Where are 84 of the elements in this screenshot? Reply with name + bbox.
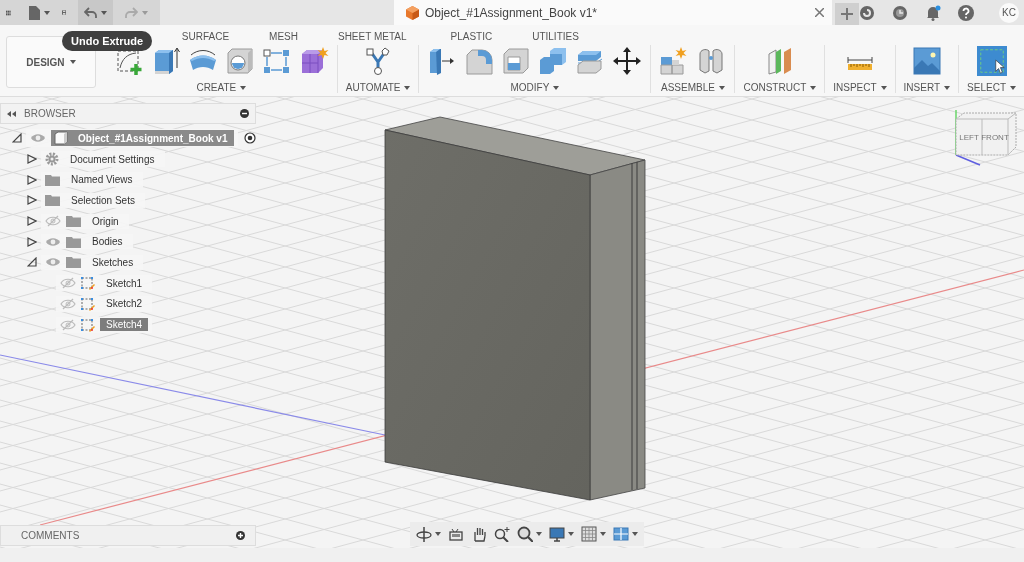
collapsed-triangle-icon[interactable] bbox=[27, 216, 37, 227]
collapsed-triangle-icon[interactable] bbox=[27, 154, 37, 165]
undo-icon[interactable] bbox=[84, 7, 97, 18]
folder-icon bbox=[45, 173, 60, 186]
expanded-triangle-icon[interactable] bbox=[12, 133, 22, 144]
folder-icon bbox=[45, 194, 60, 207]
fillet-icon[interactable] bbox=[464, 46, 495, 76]
caret-icon bbox=[101, 10, 107, 15]
folder-icon bbox=[66, 256, 81, 269]
collapsed-triangle-icon[interactable] bbox=[27, 174, 37, 185]
tool-group-menu[interactable]: INSPECT bbox=[833, 82, 887, 93]
sketch-icon bbox=[81, 276, 95, 291]
caret-icon bbox=[43, 10, 50, 15]
toolbar-tab[interactable]: PLASTIC bbox=[450, 31, 493, 45]
toolbar-tab[interactable]: MESH bbox=[269, 31, 298, 45]
look-at-icon[interactable] bbox=[448, 526, 464, 542]
book-model-drawing[interactable] bbox=[384, 116, 646, 501]
collapsed-triangle-icon[interactable] bbox=[27, 195, 37, 206]
close-icon[interactable] bbox=[815, 8, 825, 17]
tooltip: Undo Extrude bbox=[62, 31, 153, 51]
image-picture-icon[interactable] bbox=[911, 46, 942, 76]
caret-icon bbox=[1010, 85, 1016, 90]
caret-icon bbox=[553, 85, 560, 90]
sketch-icon bbox=[81, 296, 95, 311]
caret-icon bbox=[568, 532, 574, 536]
notification-bell-icon[interactable] bbox=[925, 4, 941, 21]
select-cursor-icon[interactable] bbox=[976, 46, 1007, 76]
zoom-window-icon[interactable] bbox=[517, 526, 533, 542]
grid-settings-icon[interactable] bbox=[581, 526, 597, 542]
collapse-panel-icon[interactable] bbox=[7, 110, 16, 117]
extensions-icon[interactable] bbox=[859, 4, 875, 21]
toolbar-tab[interactable]: SURFACE bbox=[181, 31, 230, 45]
tool-group-menu[interactable]: SELECT bbox=[967, 82, 1016, 93]
file-icon[interactable] bbox=[28, 5, 40, 20]
user-avatar[interactable]: KC bbox=[999, 2, 1019, 23]
zoom-icon[interactable] bbox=[494, 526, 510, 542]
caret-icon bbox=[810, 85, 817, 90]
caret-icon bbox=[880, 85, 887, 90]
new-tab-button[interactable] bbox=[835, 3, 859, 25]
folder-icon bbox=[66, 215, 81, 228]
document-tab[interactable]: Object_#1Assignment_Book v1* bbox=[393, 0, 833, 25]
job-status-icon[interactable] bbox=[892, 4, 908, 21]
cube-face-label[interactable]: FRONT bbox=[981, 133, 1009, 142]
display-settings-icon[interactable] bbox=[549, 526, 565, 542]
sketch-icon bbox=[81, 317, 95, 332]
viewports-icon[interactable] bbox=[613, 526, 629, 542]
move-arrows-icon[interactable] bbox=[612, 46, 643, 76]
toolbar-tab[interactable]: SHEET METAL bbox=[337, 31, 407, 45]
caret-icon bbox=[944, 85, 951, 90]
active-radio-icon[interactable] bbox=[243, 132, 256, 145]
tool-group-menu[interactable]: INSERT bbox=[903, 82, 951, 93]
panel-title: BROWSER bbox=[24, 108, 77, 119]
panel-title: COMMENTS bbox=[21, 530, 81, 541]
orbit-icon[interactable] bbox=[416, 526, 432, 542]
pan-hand-icon[interactable] bbox=[471, 526, 487, 542]
help-icon[interactable] bbox=[958, 4, 974, 21]
caret-icon bbox=[600, 532, 606, 536]
caret-icon bbox=[718, 85, 725, 90]
cube-face-label[interactable]: LEFT bbox=[959, 133, 979, 142]
tool-group-menu[interactable]: MODIFY bbox=[510, 82, 560, 93]
minimize-icon[interactable] bbox=[240, 109, 249, 118]
plus-icon bbox=[841, 8, 854, 20]
caret-icon bbox=[404, 85, 411, 90]
tree-item[interactable]: Sketch4 bbox=[100, 318, 149, 332]
caret-icon bbox=[240, 85, 247, 90]
cube-icon bbox=[405, 5, 419, 20]
tool-group-menu[interactable]: CONSTRUCT bbox=[743, 82, 817, 93]
hole-box-icon[interactable] bbox=[224, 46, 255, 76]
add-comment-icon[interactable] bbox=[236, 531, 245, 540]
tool-group-menu[interactable]: AUTOMATE bbox=[345, 82, 411, 93]
combine-boxes-icon[interactable] bbox=[538, 46, 569, 76]
caret-icon bbox=[632, 532, 638, 536]
expanded-triangle-icon[interactable] bbox=[27, 257, 37, 268]
caret-icon bbox=[435, 532, 441, 536]
caret-icon bbox=[142, 10, 148, 15]
shell-box-icon[interactable] bbox=[501, 46, 532, 76]
caret-icon bbox=[536, 532, 542, 536]
toolbar-tab[interactable]: UTILITIES bbox=[532, 31, 579, 45]
folder-icon bbox=[66, 235, 81, 248]
pattern-icon[interactable] bbox=[261, 46, 292, 76]
tool-group-menu[interactable]: CREATE bbox=[196, 82, 247, 93]
collapsed-triangle-icon[interactable] bbox=[27, 236, 37, 247]
caret-icon bbox=[69, 60, 76, 64]
tool-group-menu[interactable]: ASSEMBLE bbox=[661, 82, 725, 93]
